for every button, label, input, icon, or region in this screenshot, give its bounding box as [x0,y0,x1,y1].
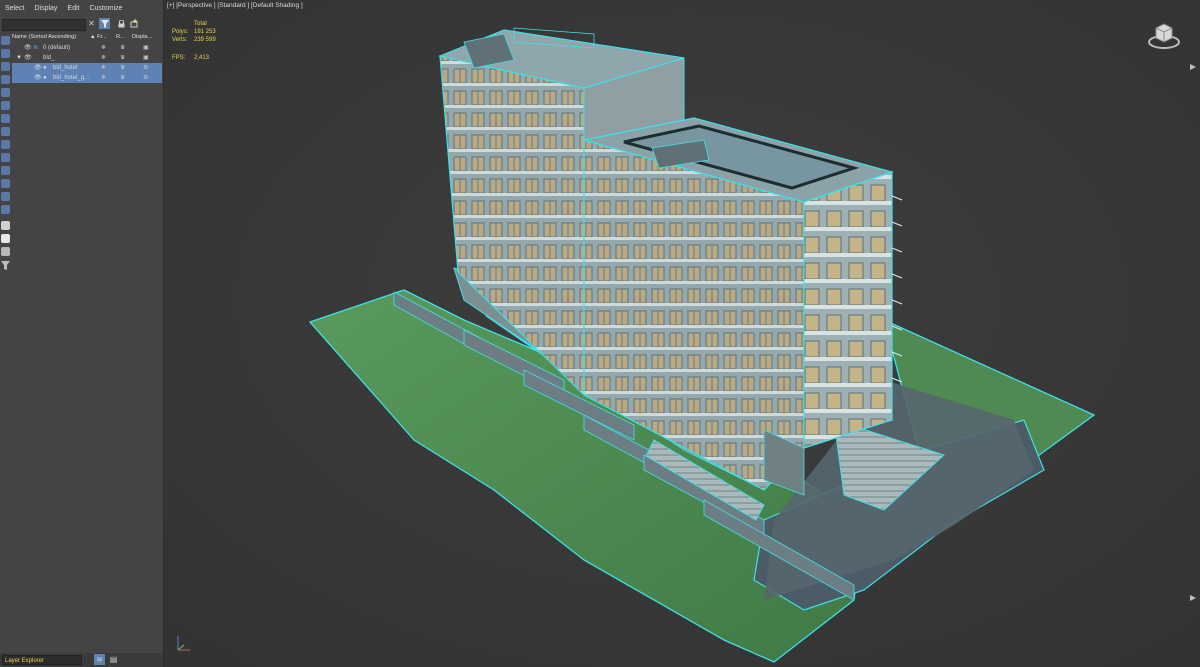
sync-selection-icon[interactable] [1,261,10,270]
column-display[interactable]: Displa... [132,32,162,42]
freeze-icon[interactable]: ❄ [101,53,106,63]
front-tower-south-facade [803,171,893,449]
verts-label: Verts: [172,37,188,43]
stats-total-header: Total [194,21,207,27]
layer-tree: 👁 ≋ 0 (default) ❄ ♛ ▣ ▼ 👁 bld_ ❄ ♛ ▣ 👁 ●… [12,43,162,83]
explorer-toolbar: ✕ [0,17,163,32]
close-icon[interactable]: ✕ [86,18,97,29]
select-none-icon[interactable] [1,234,10,243]
viewport-scene [164,0,1200,667]
render-teapot-icon[interactable]: ♛ [120,63,125,73]
display-shapes-icon[interactable] [1,75,10,84]
arrow-right-icon [1190,595,1196,601]
layer-stack-icon: ≋ [33,45,39,51]
collapse-arrow-icon[interactable]: ▼ [16,53,22,63]
display-xrefs-icon[interactable] [1,153,10,162]
tree-label: bld_ [43,55,55,61]
display-icon[interactable]: ⚙ [143,63,148,73]
arrow-right-icon [1190,64,1196,70]
freeze-icon[interactable]: ❄ [101,63,106,73]
statistics-overlay: Total Polys: 191 253 Verts: 239 599 FPS: 2,… [172,20,224,62]
column-name[interactable]: Name (Sorted Ascending) [12,32,90,42]
render-teapot-icon[interactable]: ♛ [120,73,125,83]
menu-select[interactable]: Select [0,0,29,17]
display-groups-icon[interactable] [1,140,10,149]
polys-label: Polys: [172,29,189,35]
visibility-eye-icon[interactable]: 👁 [34,73,42,83]
explorer-bottom-bar: Layer Explorer ≋ ▤ [0,653,163,667]
display-all-icon[interactable] [1,49,10,58]
viewcube-icon[interactable] [1146,18,1182,50]
visibility-eye-icon[interactable]: 👁 [24,43,32,53]
display-bones-icon[interactable] [1,166,10,175]
display-icon[interactable]: ▣ [143,53,149,63]
tree-label: bld_hotel [53,65,78,71]
layer-explorer-dropdown[interactable]: Layer Explorer [2,655,82,665]
filter-icon[interactable] [99,18,110,29]
add-layer-icon[interactable] [129,18,140,29]
perspective-viewport[interactable]: [+] [Perspective ] [Standard ] [Default … [164,0,1200,667]
display-icon[interactable]: ▣ [143,43,149,53]
column-header: Name (Sorted Ascending) ▲ Fr... R... Dis… [12,32,163,42]
fps-value: 2,413 [194,55,210,61]
verts-value: 239 599 [194,37,216,43]
axis-tripod-icon [177,636,190,651]
display-frozen-icon[interactable] [1,192,10,201]
render-teapot-icon[interactable]: ♛ [120,43,125,53]
display-lights-icon[interactable] [1,88,10,97]
lock-icon[interactable] [116,18,127,29]
object-dot-icon: ● [43,75,47,81]
tree-row-bld[interactable]: ▼ 👁 bld_ ❄ ♛ ▣ [12,53,162,63]
tree-row-bld-hotel[interactable]: 👁 ● bld_hotel ❄ ♛ ⚙ [12,63,162,73]
tree-row-default-layer[interactable]: 👁 ≋ 0 (default) ❄ ♛ ▣ [12,43,162,53]
table-icon[interactable]: ▤ [108,654,119,665]
select-all-icon[interactable] [1,221,10,230]
polys-value: 191 253 [194,29,216,35]
menu-customize[interactable]: Customize [84,0,127,17]
viewport-label-menu[interactable]: [+] [Perspective ] [Standard ] [Default … [167,2,303,9]
tree-label: bld_hotel_g... [53,75,90,81]
display-hidden-icon[interactable] [1,205,10,214]
display-none-icon[interactable] [1,36,10,45]
display-helpers-icon[interactable] [1,114,10,123]
display-spacewarps-icon[interactable] [1,127,10,136]
select-invert-icon[interactable] [1,247,10,256]
explorer-menu-bar: Select Display Edit Customize [0,0,163,17]
display-geometry-icon[interactable] [1,62,10,71]
object-dot-icon: ● [43,65,47,71]
freeze-icon[interactable]: ❄ [101,43,106,53]
display-cameras-icon[interactable] [1,101,10,110]
display-icon[interactable]: ⚙ [143,73,148,83]
visibility-eye-icon[interactable]: 👁 [24,53,32,63]
render-teapot-icon[interactable]: ♛ [120,53,125,63]
column-render[interactable]: R... [116,32,132,42]
display-containers-icon[interactable] [1,179,10,188]
layers-icon[interactable]: ≋ [94,654,105,665]
column-frozen[interactable]: ▲ Fr... [90,32,116,42]
tree-row-bld-hotel-g[interactable]: 👁 ● bld_hotel_g... ❄ ♛ ⚙ [12,73,162,83]
menu-edit[interactable]: Edit [62,0,84,17]
freeze-icon[interactable]: ❄ [101,73,106,83]
tree-label: 0 (default) [43,45,71,51]
visibility-eye-icon[interactable]: 👁 [34,63,42,73]
fps-label: FPS: [172,55,186,61]
search-input[interactable] [2,19,86,31]
menu-display[interactable]: Display [29,0,62,17]
viewport-edge-arrows [1188,60,1198,620]
explorer-side-toolbar [0,33,11,273]
scene-explorer-panel: Select Display Edit Customize ✕ Name (So… [0,0,164,667]
